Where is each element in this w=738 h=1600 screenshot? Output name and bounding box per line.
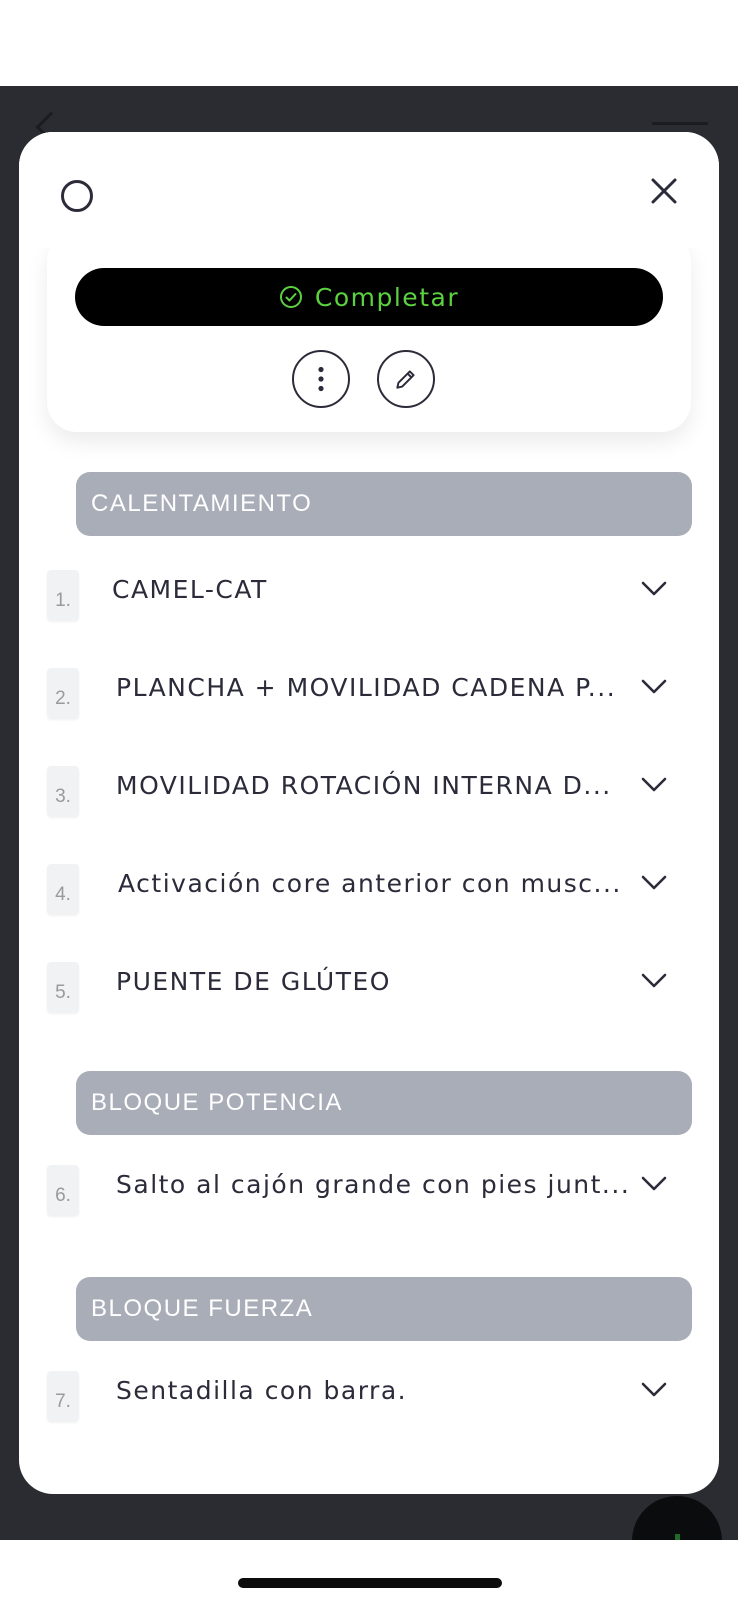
exercise-row[interactable]: 3. MOVILIDAD ROTACIÓN INTERNA D... — [19, 754, 719, 824]
workout-modal: Completar CALENTAMIENTO 1. CAMEL-CAT 2. … — [19, 132, 719, 1494]
section-header: BLOQUE POTENCIA — [76, 1071, 692, 1135]
exercise-row[interactable]: 6. Salto al cajón grande con pies junt..… — [19, 1153, 719, 1223]
exercise-row[interactable]: 1. CAMEL-CAT — [19, 558, 719, 628]
exercise-row[interactable]: 5. PUENTE DE GLÚTEO — [19, 950, 719, 1020]
exercise-name: PUENTE DE GLÚTEO — [116, 967, 391, 996]
check-circle-icon — [279, 286, 302, 308]
section-title: BLOQUE FUERZA — [91, 1295, 314, 1322]
home-indicator-area — [0, 1540, 738, 1600]
status-bar — [0, 0, 738, 86]
exercise-name: PLANCHA + MOVILIDAD CADENA P... — [116, 673, 617, 702]
section-header: CALENTAMIENTO — [76, 472, 692, 536]
chevron-down-icon[interactable] — [639, 1377, 669, 1401]
exercise-number: 6. — [47, 1165, 79, 1215]
action-card: Completar — [47, 232, 691, 432]
section-title: BLOQUE POTENCIA — [91, 1089, 343, 1116]
exercise-name: Activación core anterior con musc... — [118, 869, 622, 898]
exercise-name: Salto al cajón grande con pies junt... — [116, 1170, 631, 1199]
complete-button-label: Completar — [314, 282, 460, 312]
exercise-number: 1. — [47, 570, 79, 620]
edit-button[interactable] — [377, 350, 435, 408]
section-title: CALENTAMIENTO — [91, 490, 313, 517]
more-vertical-icon — [318, 366, 324, 392]
chevron-down-icon[interactable] — [639, 772, 669, 796]
menu-icon — [652, 122, 708, 125]
modal-header — [19, 132, 719, 248]
chevron-down-icon[interactable] — [639, 1171, 669, 1195]
chevron-down-icon[interactable] — [639, 968, 669, 992]
home-indicator — [238, 1578, 502, 1588]
close-icon — [651, 178, 677, 204]
exercise-row[interactable]: 2. PLANCHA + MOVILIDAD CADENA P... — [19, 656, 719, 726]
pencil-icon — [396, 370, 415, 389]
exercise-row[interactable]: 7. Sentadilla con barra. — [19, 1359, 719, 1429]
exercise-number: 2. — [47, 668, 79, 718]
circle-outline-icon[interactable] — [61, 180, 93, 212]
exercise-name: CAMEL-CAT — [112, 575, 268, 604]
exercise-number: 5. — [47, 962, 79, 1012]
exercise-name: Sentadilla con barra. — [116, 1376, 408, 1405]
exercise-row[interactable]: 4. Activación core anterior con musc... — [19, 852, 719, 922]
chevron-down-icon[interactable] — [639, 576, 669, 600]
complete-button[interactable]: Completar — [75, 268, 663, 326]
chevron-down-icon[interactable] — [639, 870, 669, 894]
chevron-down-icon[interactable] — [639, 674, 669, 698]
section-header: BLOQUE FUERZA — [76, 1277, 692, 1341]
exercise-number: 4. — [47, 864, 79, 914]
close-button[interactable] — [647, 174, 681, 208]
exercise-number: 7. — [47, 1371, 79, 1421]
more-options-button[interactable] — [292, 350, 350, 408]
exercise-name: MOVILIDAD ROTACIÓN INTERNA D... — [116, 771, 612, 800]
exercise-number: 3. — [47, 766, 79, 816]
modal-title — [119, 180, 599, 212]
